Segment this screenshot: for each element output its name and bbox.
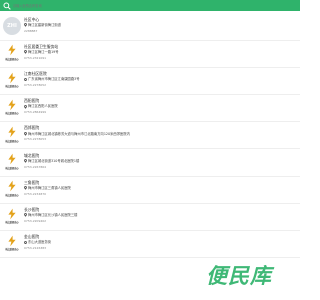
lightning-icon: [6, 126, 18, 138]
item-phone[interactable]: 0753-2278052: [24, 83, 296, 87]
item-phone[interactable]: 0753-2321091: [24, 56, 296, 60]
item-address: 梅江区建新街梅江街道: [24, 23, 296, 28]
item-body: 社区居委卫生服务站 梅江区梅江一路19号 0753-2321091: [24, 44, 296, 60]
lightning-icon: [6, 180, 18, 192]
lightning-icon: [6, 153, 18, 165]
list-item[interactable]: 梅江新闻中心 MEIJIANG NEWS 金山医院 东山大道医务街 0753-21263…: [0, 231, 300, 258]
list-item[interactable]: 梅江新闻中心 MEIJIANG NEWS 社区居委卫生服务站 梅江区梅江一路19号 07…: [0, 40, 300, 68]
item-name[interactable]: 西郊医院: [24, 125, 296, 130]
logo-sublabel: MEIJIANG NEWS: [6, 142, 18, 144]
location-pin-icon: [24, 240, 27, 245]
item-body: 社区中心 梅江区建新街梅江街道 2288887: [24, 17, 296, 33]
logo-sublabel: MEIJIANG NEWS: [6, 169, 18, 171]
logo-sublabel: MEIJIANG NEWS: [6, 224, 18, 226]
avatar: ZHI: [3, 17, 21, 35]
item-phone[interactable]: 0753-2278053: [24, 137, 296, 141]
item-body: 长沙医院 梅州市梅江区长沙镇人民医院三楼 0753-2209402: [24, 207, 296, 223]
search-icon[interactable]: [3, 1, 11, 10]
item-address: 梅江区西阳人民医院: [24, 104, 296, 109]
location-pin-icon: [24, 159, 27, 163]
address-text: 东山大道医务街: [28, 240, 52, 245]
item-phone[interactable]: 0753-2126383: [24, 246, 296, 250]
list-item[interactable]: ZHI 社区中心 梅江区建新街梅江街道 2288887: [0, 13, 300, 41]
item-address: 梅江区城北街道310号城北医院1楼: [24, 159, 296, 164]
hospital-logo: 梅江新闻中心 MEIJIANG NEWS: [3, 180, 21, 198]
item-name[interactable]: 长沙医院: [24, 207, 296, 212]
list-item[interactable]: 梅江新闻中心 MEIJIANG NEWS 城北医院 梅江区城北街道310号城北医院1楼…: [0, 149, 300, 177]
item-name[interactable]: 金山医院: [24, 234, 296, 239]
hospital-list: ZHI 社区中心 梅江区建新街梅江街道 2288887 梅江新闻中心 MEIJIANG N…: [0, 13, 300, 258]
item-name[interactable]: 城北医院: [24, 153, 296, 158]
lightning-icon: [6, 208, 18, 220]
item-phone[interactable]: 0753-2864999: [24, 110, 296, 114]
list-item[interactable]: 梅江新闻中心 MEIJIANG NEWS 江南社区医院 广东省梅州市梅江区江南康园路3…: [0, 67, 300, 95]
hospital-logo: 梅江新闻中心 MEIJIANG NEWS: [3, 235, 21, 253]
item-name[interactable]: 社区中心: [24, 17, 296, 22]
item-address: 梅州市梅江区三角镇人民医院: [24, 186, 296, 191]
location-pin-icon: [24, 213, 27, 218]
item-body: 三角医院 梅州市梅江区三角镇人民医院 0753-2234870: [24, 180, 296, 196]
list-item[interactable]: 梅江新闻中心 MEIJIANG NEWS 三角医院 梅州市梅江区三角镇人民医院 0753…: [0, 176, 300, 204]
item-phone[interactable]: 0753-2234870: [24, 192, 296, 196]
logo-sublabel: MEIJIANG NEWS: [6, 88, 18, 90]
lightning-icon: [6, 99, 18, 111]
hospital-logo: 梅江新闻中心 MEIJIANG NEWS: [3, 44, 21, 62]
logo-sublabel: MEIJIANG NEWS: [6, 251, 18, 253]
address-text: 梅江区梅江一路19号: [28, 49, 59, 54]
item-body: 江南社区医院 广东省梅州市梅江区江南康园路3号 0753-2278052: [24, 71, 296, 87]
item-body: 西郊医院 梅州市梅江区城北镇彬芳大道与梅州市江北路南方向120米西郊医院内 0753…: [24, 125, 296, 141]
item-address: 广东省梅州市梅江区江南康园路3号: [24, 77, 296, 82]
item-body: 西阳医院 梅江区西阳人民医院 0753-2864999: [24, 98, 296, 114]
lightning-icon: [6, 44, 18, 56]
item-body: 金山医院 东山大道医务街 0753-2126383: [24, 234, 296, 250]
logo-sublabel: MEIJIANG NEWS: [6, 60, 18, 62]
location-pin-icon: [24, 104, 27, 109]
item-name[interactable]: 西阳医院: [24, 98, 296, 103]
hospital-logo: 梅江新闻中心 MEIJIANG NEWS: [3, 207, 21, 225]
hospital-logo: 梅江新闻中心 MEIJIANG NEWS: [3, 99, 21, 117]
location-pin-icon: [24, 23, 27, 27]
address-text: 广东省梅州市梅江区江南康园路3号: [28, 77, 80, 82]
lightning-icon: [6, 235, 18, 247]
location-pin-icon: [24, 131, 27, 136]
item-phone[interactable]: 0753-2267864: [24, 165, 296, 169]
list-item[interactable]: 梅江新闻中心 MEIJIANG NEWS 西阳医院 梅江区西阳人民医院 0753-286…: [0, 95, 300, 122]
logo-sublabel: MEIJIANG NEWS: [6, 115, 18, 117]
search-bar: [0, 0, 300, 11]
item-phone[interactable]: 0753-2209402: [24, 219, 296, 223]
list-item[interactable]: 梅江新闻中心 MEIJIANG NEWS 西郊医院 梅州市梅江区城北镇彬芳大道与梅州市…: [0, 122, 300, 149]
hospital-logo: 梅江新闻中心 MEIJIANG NEWS: [3, 153, 21, 171]
list-item[interactable]: 梅江新闻中心 MEIJIANG NEWS 长沙医院 梅州市梅江区长沙镇人民医院三楼 07…: [0, 203, 300, 231]
item-body: 城北医院 梅江区城北街道310号城北医院1楼 0753-2267864: [24, 153, 296, 169]
location-pin-icon: [24, 50, 27, 55]
address-text: 梅江区西阳人民医院: [28, 104, 58, 109]
item-name[interactable]: 江南社区医院: [24, 71, 296, 76]
address-text: 梅州市梅江区三角镇人民医院: [28, 185, 71, 190]
location-pin-icon: [24, 186, 27, 191]
item-address: 梅州市梅江区城北镇彬芳大道与梅州市江北路南方向120米西郊医院内: [24, 132, 296, 137]
item-address: 东山大道医务街: [24, 240, 296, 245]
address-text: 梅江区城北街道310号城北医院1楼: [28, 158, 80, 163]
hospital-logo: 梅江新闻中心 MEIJIANG NEWS: [3, 71, 21, 89]
item-address: 梅江区梅江一路19号: [24, 50, 296, 55]
address-text: 梅州市梅江区城北镇彬芳大道与梅州市江北路南方向120米西郊医院内: [28, 131, 130, 136]
item-address: 梅州市梅江区长沙镇人民医院三楼: [24, 213, 296, 218]
search-input[interactable]: [13, 1, 253, 10]
item-name[interactable]: 社区居委卫生服务站: [24, 44, 296, 49]
address-text: 梅州市梅江区长沙镇人民医院三楼: [28, 213, 78, 218]
watermark-logo: 便民库: [206, 264, 272, 288]
logo-sublabel: MEIJIANG NEWS: [6, 196, 18, 198]
address-text: 梅江区建新街梅江街道: [28, 22, 61, 27]
avatar-text: ZHI: [7, 23, 17, 29]
hospital-logo: 梅江新闻中心 MEIJIANG NEWS: [3, 126, 21, 144]
lightning-icon: [6, 72, 18, 84]
item-name[interactable]: 三角医院: [24, 180, 296, 185]
item-phone[interactable]: 2288887: [24, 29, 296, 33]
divider: [0, 257, 300, 258]
location-pin-icon: [24, 77, 27, 82]
